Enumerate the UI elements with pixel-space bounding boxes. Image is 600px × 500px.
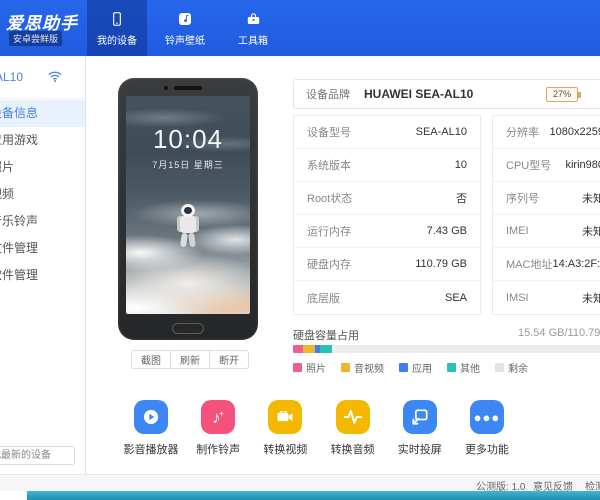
sidebar-item-file-manager[interactable]: 文件管理 xyxy=(0,235,85,262)
table-row: Root状态否 xyxy=(294,182,480,215)
tab-label: 工具箱 xyxy=(238,35,268,47)
tab-ringtone-wallpaper[interactable]: 铃声壁纸 xyxy=(155,0,215,56)
main-tabs: 我的设备 铃声壁纸 工具箱 xyxy=(87,0,283,56)
storage-legend: 照片 音视频 应用 其他 剩余 xyxy=(293,360,528,375)
table-row: 底层版 SEA xyxy=(307,291,467,305)
legend-swatch xyxy=(341,363,350,372)
legend-free: 剩余 xyxy=(495,360,528,375)
lock-screen-time: 10:04 xyxy=(152,124,224,154)
device-name: SEA-AL10 xyxy=(0,70,24,84)
legend-media: 音视频 xyxy=(341,360,384,375)
storage-seg-photos xyxy=(293,345,303,353)
storage-seg-other xyxy=(320,345,332,353)
legend-swatch xyxy=(495,363,504,372)
app-logo-badge: 安卓尝鲜版 xyxy=(9,31,63,46)
device-brand-card: 设备品牌 HUAWEI SEA-AL10 27% xyxy=(293,79,600,109)
tab-label: 铃声壁纸 xyxy=(165,35,205,47)
legend-swatch xyxy=(293,363,302,372)
astronaut-wallpaper-figure xyxy=(176,204,200,250)
phone-action-buttons: 截图 刷新 断开 xyxy=(131,350,249,369)
tool-convert-audio[interactable]: 转换音频 xyxy=(320,400,386,457)
legend-swatch xyxy=(399,363,408,372)
brand-label: 设备品牌 xyxy=(306,89,350,101)
play-icon xyxy=(134,400,168,434)
header: 爱思助手 安卓尝鲜版 我的设备 铃声壁纸 工具箱 xyxy=(0,0,600,56)
lock-screen-date: 7月15日 星期三 xyxy=(152,160,224,170)
storage-title: 硬盘容量占用 xyxy=(293,330,359,342)
table-row: IMSI 未知 xyxy=(506,291,600,305)
wifi-icon xyxy=(48,71,62,85)
brand-value: HUAWEI SEA-AL10 xyxy=(364,87,474,101)
disconnect-button[interactable]: 断开 xyxy=(209,350,249,369)
phone-mockup: 10:04 7月15日 星期三 xyxy=(118,78,258,340)
phone-home-button xyxy=(172,323,204,334)
storage-usage-value: 15.54 GB/110.79 GB xyxy=(518,327,600,339)
table-row: 运行内存 7.43 GB xyxy=(294,215,480,248)
tool-screen-mirroring[interactable]: 实时投屏 xyxy=(387,400,453,457)
sidebar-item-software-manager[interactable]: 软件管理 xyxy=(0,262,85,289)
legend-apps: 应用 xyxy=(399,360,432,375)
tool-shortcuts: 影音播放器 ♪+ 制作铃声 转换视频 转换音频 实时投屏 ●●● 更多功能 xyxy=(118,400,520,457)
more-icon: ●●● xyxy=(469,400,504,434)
music-icon xyxy=(177,10,193,28)
table-row: 序列号 未知 xyxy=(493,182,600,215)
tab-label: 我的设备 xyxy=(97,35,137,47)
phone-screen: 10:04 7月15日 星期三 xyxy=(126,96,250,314)
tab-my-device[interactable]: 我的设备 xyxy=(87,0,147,56)
screenshot-button[interactable]: 截图 xyxy=(131,350,171,369)
app-window: 爱思助手 安卓尝鲜版 我的设备 铃声壁纸 工具箱 L10 备信息 用游戏 片 频… xyxy=(0,0,600,500)
table-row: 硬盘内存 110.79 GB xyxy=(294,248,480,281)
sidebar-item-photos[interactable]: 照片 xyxy=(0,154,85,181)
sidebar-item-apps-games[interactable]: 应用游戏 xyxy=(0,127,85,154)
battery-indicator: 27% xyxy=(546,87,581,102)
table-row: 设备型号 SEA-AL10 xyxy=(294,116,480,149)
toolbox-icon xyxy=(245,10,262,28)
table-row: 系统版本 10 xyxy=(294,149,480,182)
sidebar: SEA-AL10 设备信息 应用游戏 照片 视频 音乐铃声 文件管理 软件管理 … xyxy=(0,56,86,474)
tool-make-ringtone[interactable]: ♪+ 制作铃声 xyxy=(185,400,251,457)
footer-bar: 公测版: 1.0 意见反馈 检测更新 xyxy=(0,474,600,493)
video-convert-icon xyxy=(268,400,303,434)
sidebar-list: 设备信息 应用游戏 照片 视频 音乐铃声 文件管理 软件管理 xyxy=(0,100,85,289)
sidebar-item-videos[interactable]: 视频 xyxy=(0,181,85,208)
table-row: 分辨率 1080x2259 xyxy=(493,116,600,149)
ringtone-icon: ♪+ xyxy=(201,400,236,434)
find-latest-device-button[interactable]: 查找最新的设备 xyxy=(0,446,75,465)
device-info-table-left: 设备型号 SEA-AL10 系统版本 10 Root状态否 运行内存 7.43 GB … xyxy=(293,115,481,315)
phone-speaker xyxy=(174,86,202,90)
legend-other: 其他 xyxy=(447,360,480,375)
tab-toolbox[interactable]: 工具箱 xyxy=(223,0,283,56)
tool-media-player[interactable]: 影音播放器 xyxy=(118,400,184,457)
tool-convert-video[interactable]: 转换视频 xyxy=(252,400,318,457)
table-row: MAC地址14:A3:2F:0D:4E:A2 xyxy=(493,248,600,281)
audio-convert-icon xyxy=(335,400,370,434)
sidebar-item-device-info[interactable]: 设备信息 xyxy=(0,100,85,127)
phone-icon xyxy=(109,10,125,28)
table-row: CPU型号kirin980 xyxy=(493,149,600,182)
table-row: IMEI 未知 xyxy=(493,215,600,248)
legend-photos: 照片 xyxy=(293,360,326,375)
tool-more-functions[interactable]: ●●● 更多功能 xyxy=(454,400,520,457)
storage-usage-bar xyxy=(293,345,600,353)
sidebar-item-music-ringtones[interactable]: 音乐铃声 xyxy=(0,208,85,235)
device-info-table-right: 分辨率1080x2259 CPU型号kirin980 序列号未知 IMEI未知 … xyxy=(492,115,600,315)
refresh-button[interactable]: 刷新 xyxy=(170,350,210,369)
phone-camera-dot xyxy=(164,86,168,90)
bottom-banner-bar xyxy=(27,491,600,500)
legend-swatch xyxy=(447,363,456,372)
storage-seg-media xyxy=(303,345,315,353)
screen-cast-icon xyxy=(402,400,437,434)
sidebar-device-row[interactable]: SEA-AL10 xyxy=(0,56,85,99)
